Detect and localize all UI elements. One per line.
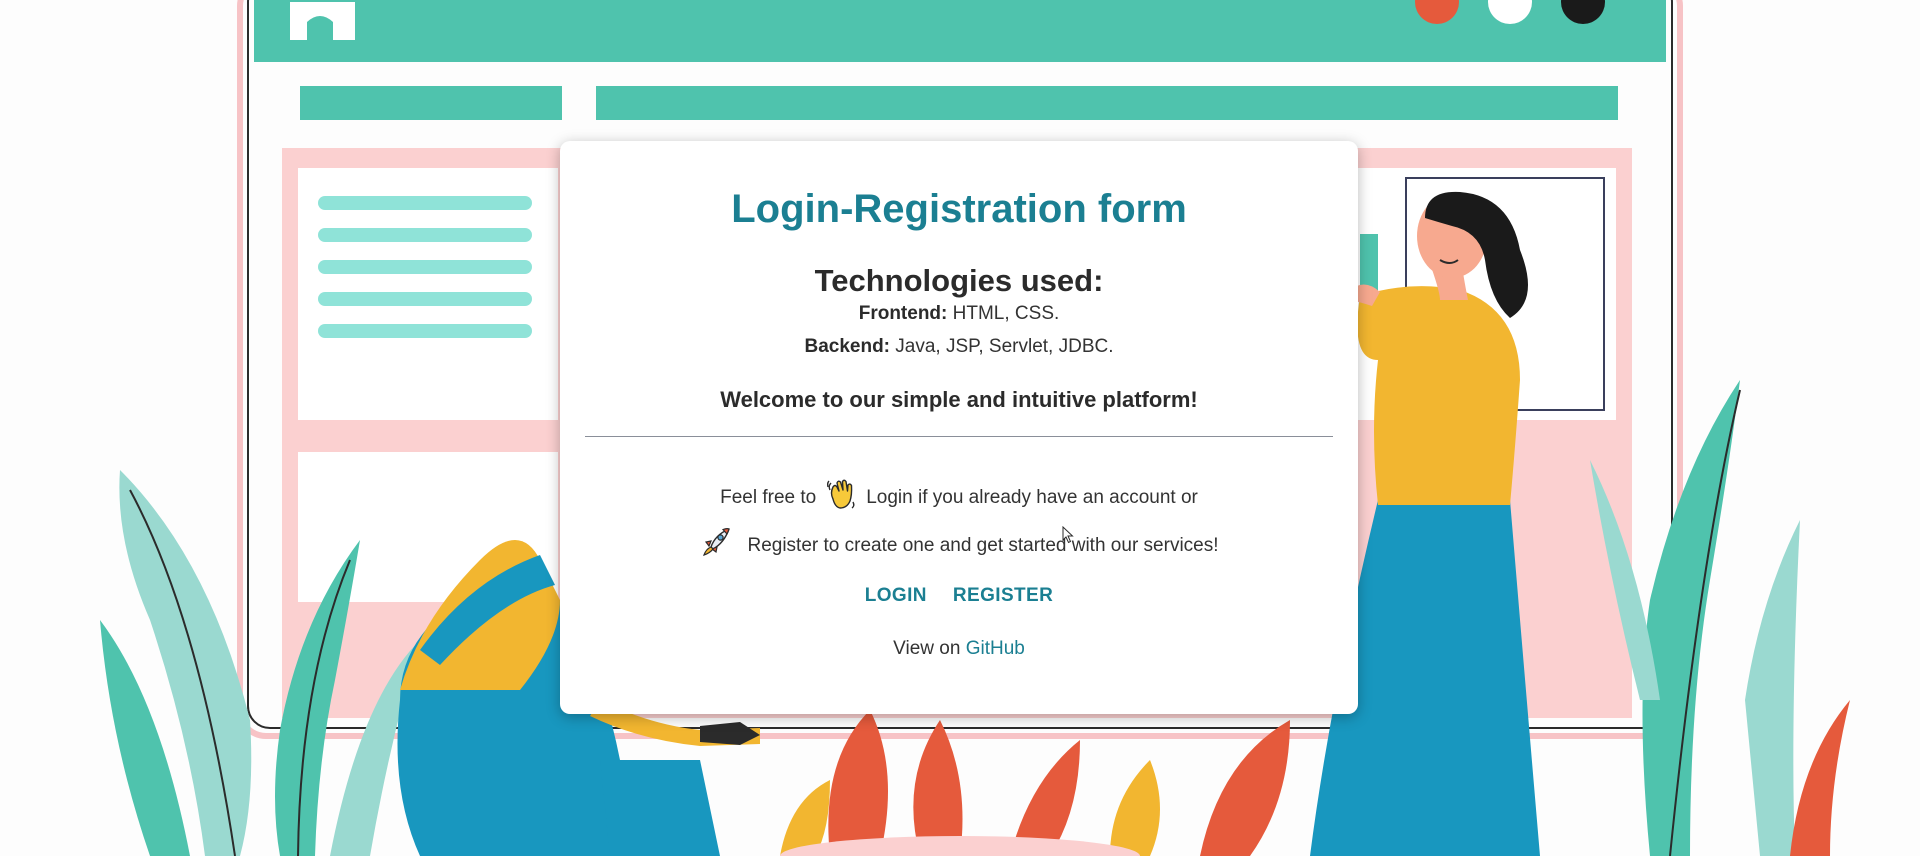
mouse-cursor-icon xyxy=(1062,526,1074,544)
register-link[interactable]: REGISTER xyxy=(953,585,1053,606)
github-line: View on GitHub xyxy=(560,639,1358,658)
frontend-label: Frontend: xyxy=(858,303,948,324)
auth-links: LOGIN REGISTER xyxy=(560,586,1358,605)
backend-value: Java, JSP, Servlet, JDBC. xyxy=(890,336,1114,357)
intro-login-text: Login if you already have an account or xyxy=(866,487,1198,509)
backend-line: Backend: Java, JSP, Servlet, JDBC. xyxy=(560,337,1358,356)
waving-hand-icon xyxy=(824,477,858,511)
frontend-value: HTML, CSS. xyxy=(947,303,1060,324)
github-prefix: View on xyxy=(893,638,966,659)
intro-line-login: Feel free to Login if you already have a… xyxy=(560,479,1358,515)
login-registration-card: Login-Registration form Technologies use… xyxy=(560,141,1358,714)
frontend-line: Frontend: HTML, CSS. xyxy=(560,304,1358,323)
rocket-icon xyxy=(699,525,733,559)
login-link[interactable]: LOGIN xyxy=(865,585,927,606)
intro-register-text: Register to create one and get started w… xyxy=(747,535,1219,557)
welcome-message: Welcome to our simple and intuitive plat… xyxy=(720,387,1198,412)
intro-prefix: Feel free to xyxy=(720,487,817,509)
page-title: Login-Registration form xyxy=(731,187,1187,231)
technologies-heading: Technologies used: xyxy=(814,263,1104,298)
intro-line-register: Register to create one and get started w… xyxy=(560,528,1358,563)
divider xyxy=(585,436,1333,437)
backend-label: Backend: xyxy=(804,336,890,357)
github-link[interactable]: GitHub xyxy=(966,638,1025,659)
